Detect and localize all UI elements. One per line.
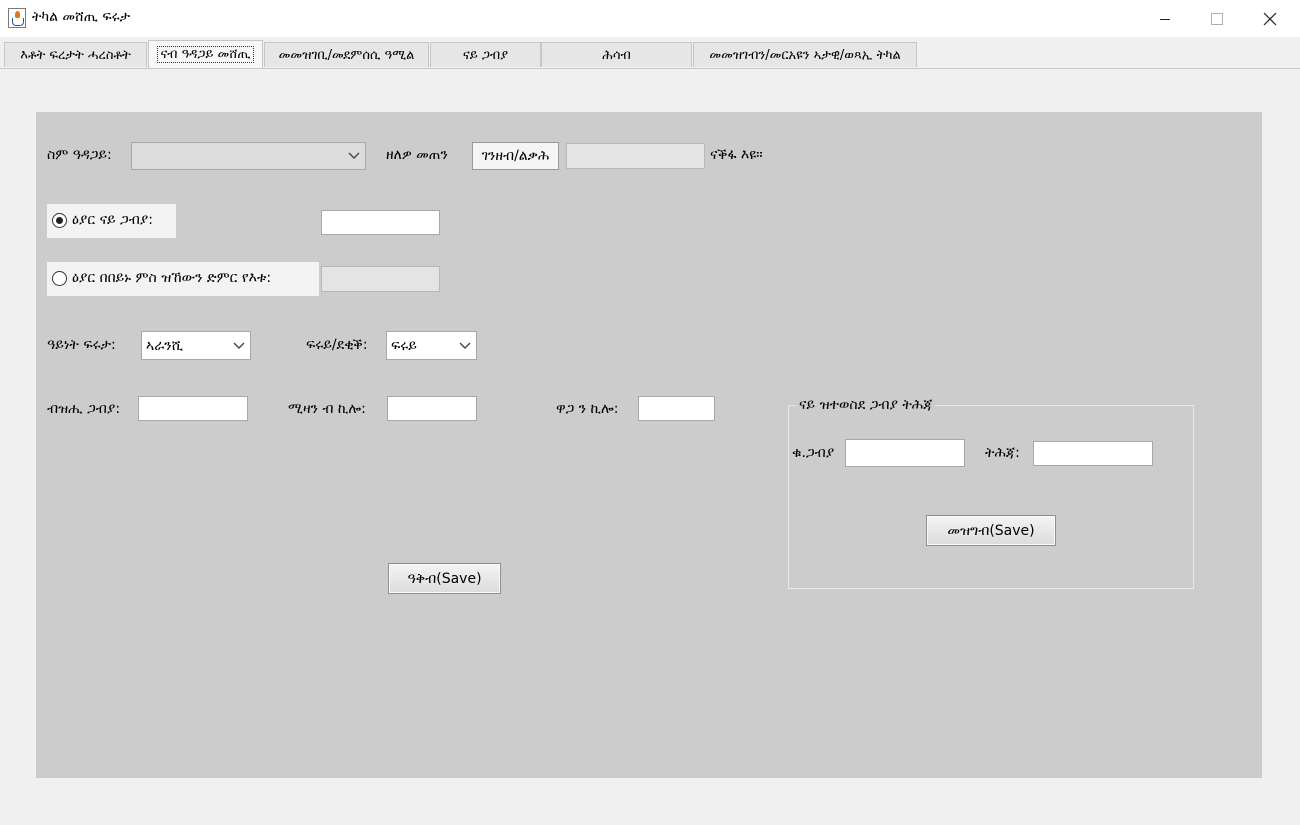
quality-combo[interactable]: ፍሩይ: [386, 331, 477, 360]
minimize-button[interactable]: [1138, 0, 1192, 37]
fruit-type-label: ዓይነት ፍሩታ:: [47, 337, 116, 353]
tab-farmer-income[interactable]: እቶት ፍረታት ሓረስቶት: [4, 42, 147, 67]
crate-deposit-group: [788, 405, 1194, 589]
maximize-button[interactable]: [1190, 0, 1244, 37]
quality-label: ፍሩይ/ደቂቕ:: [306, 337, 368, 353]
maximize-icon: [1211, 12, 1223, 25]
customer-name-combo[interactable]: [131, 142, 366, 170]
price-per-kilo-label: ዋጋ ን ኪሎ:: [556, 401, 619, 417]
register-deposit-button[interactable]: መዝግብ(Save): [926, 515, 1056, 546]
chevron-down-icon: [459, 342, 471, 349]
tab-income-expense[interactable]: መመዝገብን/መርአዩን ኣታዊ/ወጻኢ ትካል: [693, 42, 917, 67]
crate-deposit-group-title: ናይ ዝተወስደ ጋብያ ትሕጃ: [796, 397, 936, 413]
remaining-amount-label: ዘለዎ መጠን: [386, 147, 448, 163]
crate-tare-field[interactable]: [321, 210, 440, 235]
crate-count-field[interactable]: [138, 396, 248, 421]
crate-number-field[interactable]: [845, 439, 965, 467]
radio-crate-label: ዕያር ናይ ጋብያ:: [72, 212, 153, 228]
chevron-down-icon: [233, 342, 245, 349]
customer-name-label: ስም ዓዳጋይ:: [47, 147, 112, 163]
tab-label: ናብ ዓዳጋይ መሸጢ: [157, 46, 254, 63]
tab-customer-register[interactable]: መመዝገቢ/መደምሰሲ ዓሚል: [264, 42, 429, 67]
radio-total-tare[interactable]: ዕያር በበይኑ ምስ ዝኸውን ድምር የእቱ:: [47, 262, 319, 296]
tab-accounts[interactable]: ሕሳብ: [541, 42, 692, 67]
tab-label: ናይ ጋብያ: [462, 47, 509, 63]
total-tare-field[interactable]: [321, 266, 440, 292]
close-button[interactable]: [1243, 0, 1297, 37]
tab-label: መመዝገቢ/መደምሰሲ ዓሚል: [278, 47, 415, 63]
close-icon: [1263, 12, 1277, 25]
crate-number-label: ቁ.ጋብያ: [792, 445, 835, 461]
tab-label: እቶት ፍረታት ሓረስቶት: [20, 47, 131, 63]
window-title: ትካል መሸጢ ፍሩታ: [32, 9, 131, 25]
window-titlebar: [0, 0, 1300, 37]
crate-count-label: ብዝሒ ጋብያ:: [47, 401, 121, 417]
minimize-icon: [1160, 18, 1170, 20]
deposit-field[interactable]: [1033, 441, 1153, 466]
radio-crate-tare[interactable]: ዕያር ናይ ጋብያ:: [47, 204, 176, 238]
price-per-kilo-field[interactable]: [638, 396, 715, 421]
fruit-type-value: ኣራንሺ: [146, 337, 184, 354]
remaining-amount-field[interactable]: [566, 143, 705, 169]
tab-sell-to-buyer[interactable]: ናብ ዓዳጋይ መሸጢ: [148, 40, 263, 68]
radio-total-label: ዕያር በበይኑ ምስ ዝኸውን ድምር የእቱ:: [72, 270, 272, 286]
deposit-label: ትሕጃ:: [985, 445, 1020, 461]
radio-selected-icon: [52, 213, 67, 228]
radio-unselected-icon: [52, 271, 67, 286]
quality-value: ፍሩይ: [391, 337, 417, 354]
remaining-unit-label: ገንዘብ/ልቃሕ: [472, 142, 559, 170]
tab-crates[interactable]: ናይ ጋብያ: [430, 42, 541, 67]
weight-field[interactable]: [387, 396, 477, 421]
chevron-down-icon: [348, 152, 360, 159]
java-app-icon: [8, 8, 26, 28]
tab-label: መመዝገብን/መርአዩን ኣታዊ/ወጻኢ ትካል: [709, 47, 901, 63]
fruit-type-combo[interactable]: ኣራንሺ: [141, 331, 251, 360]
remaining-suffix-label: ናቕፋ እዩ።: [710, 147, 763, 163]
save-button[interactable]: ዓቅብ(Save): [388, 563, 501, 594]
tab-label: ሕሳብ: [602, 47, 631, 63]
weight-label: ሚዛን ብ ኪሎ:: [288, 401, 366, 417]
